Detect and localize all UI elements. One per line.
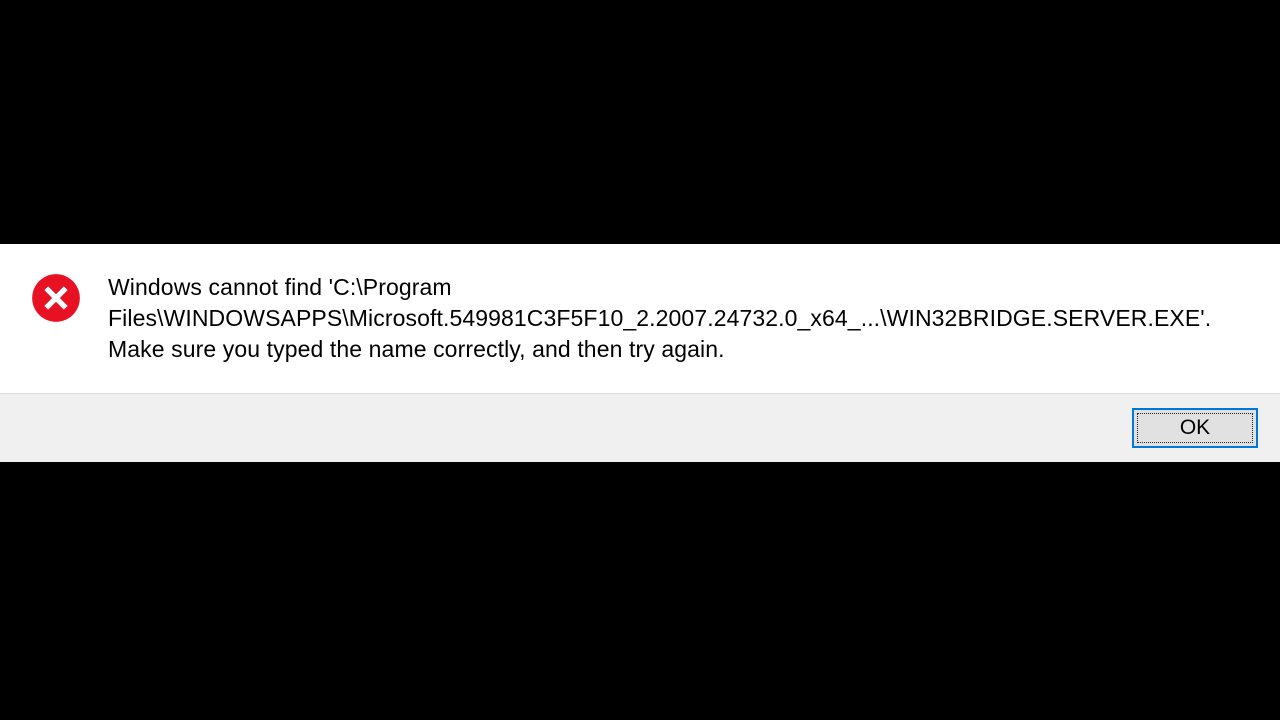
error-icon: [30, 272, 82, 324]
error-message: Windows cannot find 'C:\Program Files\WI…: [108, 270, 1250, 365]
ok-button[interactable]: OK: [1132, 408, 1258, 448]
error-dialog: Windows cannot find 'C:\Program Files\WI…: [0, 244, 1280, 462]
dialog-body: Windows cannot find 'C:\Program Files\WI…: [0, 244, 1280, 393]
dialog-footer: OK: [0, 393, 1280, 462]
